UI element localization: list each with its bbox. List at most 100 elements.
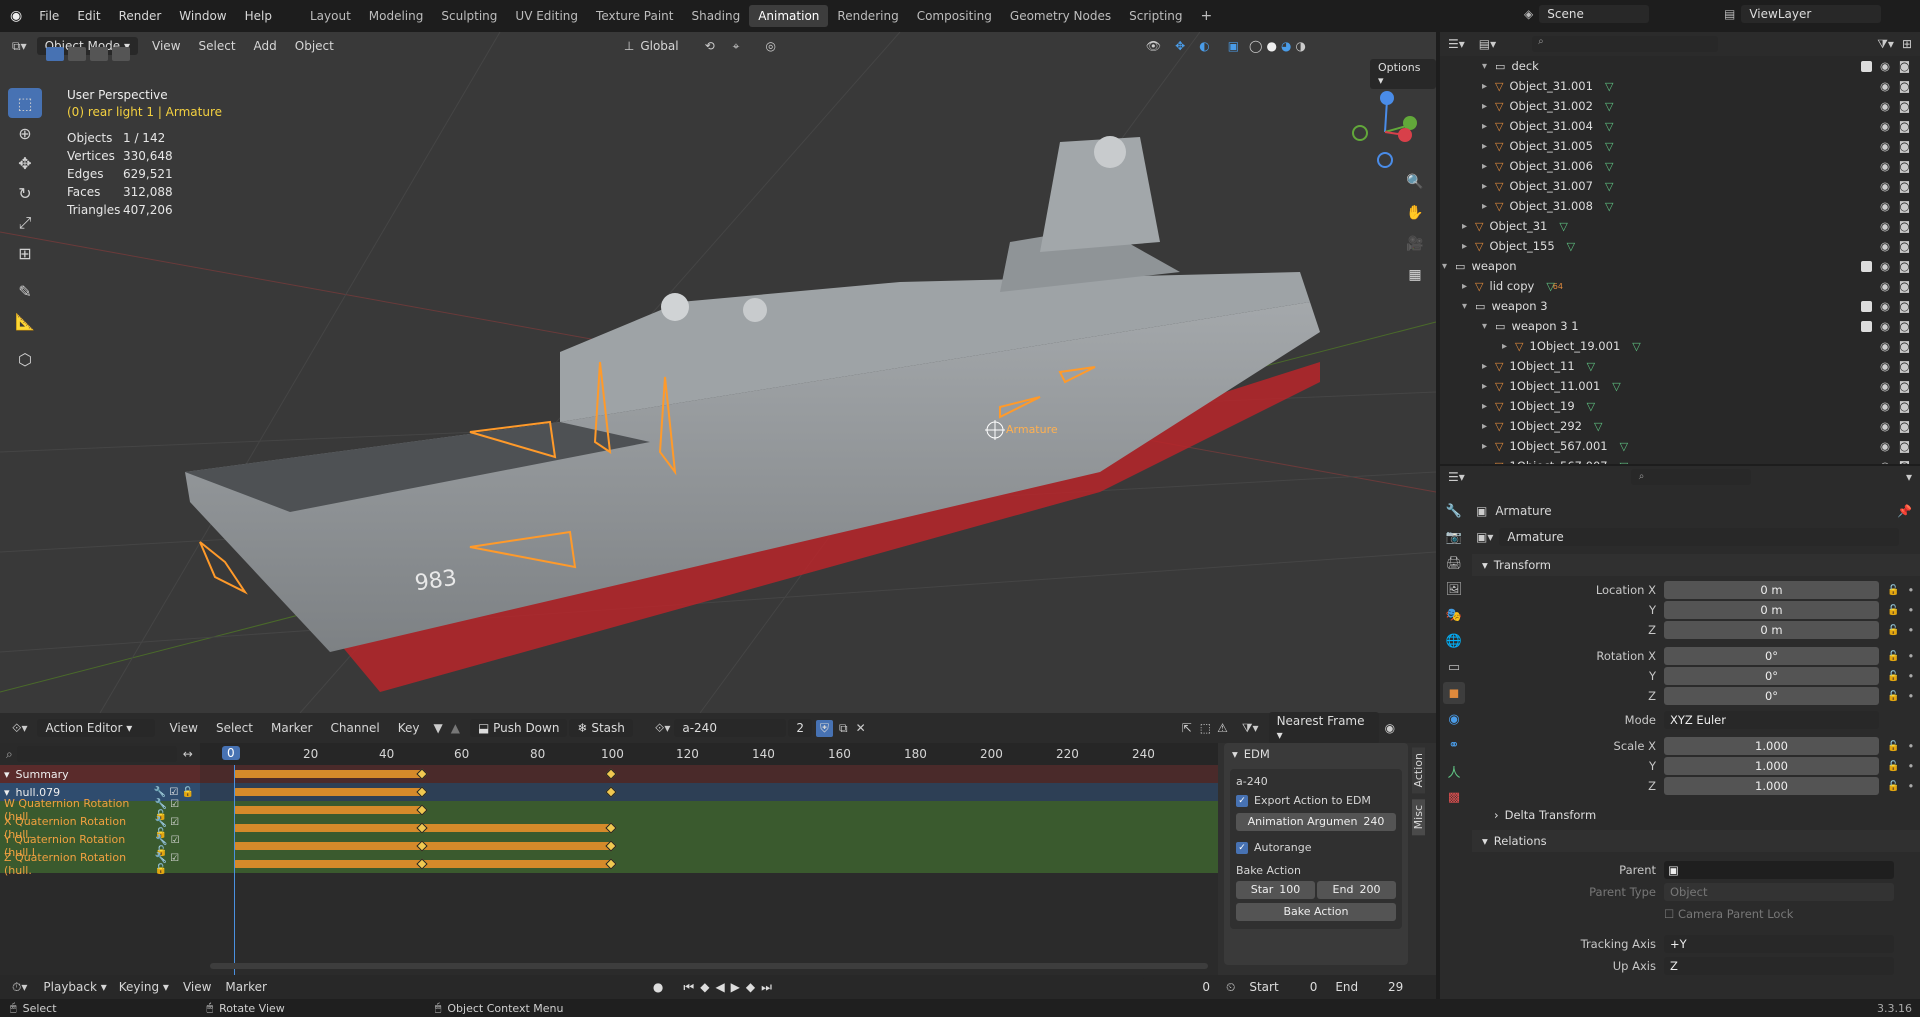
expand-arrow-icon[interactable]: ▸ [1482, 121, 1487, 132]
menu-render[interactable]: Render [110, 0, 171, 32]
render-camera-icon[interactable]: ◙ [1899, 379, 1910, 393]
current-frame-field[interactable]: 0 [1141, 978, 1218, 996]
mesh-data-icon[interactable]: ▽ [1605, 180, 1613, 193]
render-camera-icon[interactable]: ◙ [1899, 159, 1910, 173]
channel-search-input[interactable] [16, 746, 177, 762]
visibility-eye-icon[interactable]: ◉ [1880, 79, 1890, 93]
outliner-row[interactable]: ▸ ▽ lid copy ▽ 64 ◉ ◙ [1440, 276, 1920, 296]
expand-arrow-icon[interactable]: ▸ [1482, 441, 1487, 452]
lock-icon[interactable]: 🔓 [1887, 691, 1899, 702]
object-name-field[interactable]: Armature [1499, 528, 1900, 546]
render-camera-icon[interactable]: ◙ [1899, 79, 1910, 93]
parent-field[interactable]: ▣ [1664, 861, 1894, 879]
display-mode-icon[interactable]: ▤▾ [1479, 37, 1496, 51]
vp-menu-view[interactable]: View [152, 39, 180, 53]
expand-arrow-icon[interactable]: ▸ [1482, 361, 1487, 372]
expand-arrow-icon[interactable]: ▸ [1482, 101, 1487, 112]
tab-modeling[interactable]: Modeling [360, 0, 433, 32]
tab-texture-paint[interactable]: Texture Paint [587, 0, 682, 32]
snap-icon[interactable]: ⌖ [733, 39, 740, 54]
blender-logo-icon[interactable]: ◉ [10, 8, 22, 24]
measure-tool-icon[interactable]: 📐 [8, 306, 42, 336]
zoom-icon[interactable]: 🔍 [1401, 168, 1429, 196]
output-tab-icon[interactable]: 🖨 [1443, 552, 1465, 574]
pivot-icon[interactable]: ⟲ [705, 39, 715, 53]
keyframe-dot-icon[interactable]: • [1907, 603, 1914, 617]
visibility-icon[interactable]: 👁 [1146, 39, 1161, 53]
keyframe-hold-bar[interactable] [234, 788, 422, 796]
expand-arrow-icon[interactable]: ▸ [1462, 281, 1467, 292]
keyframe-dot-icon[interactable]: • [1907, 649, 1914, 663]
vp-menu-select[interactable]: Select [199, 39, 236, 53]
expand-arrow-icon[interactable]: ▸ [1482, 201, 1487, 212]
add-cube-tool-icon[interactable]: ⬡ [8, 344, 42, 374]
select-new-icon[interactable] [46, 47, 64, 61]
layer-down-icon[interactable]: ▼ [434, 721, 443, 735]
scene-selector[interactable]: ◈ Scene [1524, 5, 1650, 23]
transform-value-field[interactable]: 0 m [1664, 621, 1879, 639]
proportional-icon[interactable]: ◉ [1385, 721, 1395, 735]
mesh-data-icon[interactable]: ▽ [1605, 100, 1613, 113]
cursor-tool-icon[interactable]: ⊕ [8, 118, 42, 148]
rendered-shading-icon[interactable]: ◑ [1295, 39, 1305, 53]
visibility-eye-icon[interactable]: ◉ [1880, 359, 1890, 373]
properties-search-input[interactable]: ⌕ [1630, 469, 1751, 485]
transform-panel-header[interactable]: ▾ Transform [1472, 554, 1920, 576]
action-browse-icon[interactable]: ⟐▾ [655, 721, 670, 736]
visibility-eye-icon[interactable]: ◉ [1880, 179, 1890, 193]
relations-panel-header[interactable]: ▾ Relations [1472, 830, 1920, 852]
exclude-checkbox[interactable] [1861, 300, 1872, 312]
proportional-edit-icon[interactable]: ◎ [765, 39, 775, 53]
physics-tab-icon[interactable]: ◉ [1443, 708, 1465, 730]
expand-arrow-icon[interactable]: ▸ [1502, 341, 1507, 352]
action-users-count[interactable]: 2 [788, 719, 812, 737]
expand-arrow-icon[interactable]: ▸ [1462, 241, 1467, 252]
render-camera-icon[interactable]: ◙ [1899, 359, 1910, 373]
world-tab-icon[interactable]: 🌐 [1443, 630, 1465, 652]
outliner-row[interactable]: ▾ ▭ weapon ◉ ◙ [1440, 256, 1920, 276]
render-camera-icon[interactable]: ◙ [1899, 299, 1910, 313]
keyframe-dot-icon[interactable]: • [1907, 689, 1914, 703]
action-name-field[interactable]: a-240 [674, 719, 787, 737]
viewlayer-selector[interactable]: ▤ ViewLayer [1724, 5, 1882, 23]
tab-rendering[interactable]: Rendering [828, 0, 907, 32]
keyframe-dot-icon[interactable]: • [1907, 759, 1914, 773]
parent-type-dropdown[interactable]: Object [1664, 883, 1894, 901]
lock-icon[interactable]: 🔓 [1887, 625, 1899, 636]
expand-arrow-icon[interactable]: ▸ [1482, 181, 1487, 192]
unlink-action-icon[interactable]: ✕ [856, 721, 866, 735]
push-down-button[interactable]: ⬓ Push Down [469, 719, 568, 737]
ae-menu-view[interactable]: View [169, 721, 197, 735]
render-camera-icon[interactable]: ◙ [1899, 439, 1910, 453]
auto-key-record-icon[interactable]: ● [653, 980, 663, 994]
vp-menu-object[interactable]: Object [295, 39, 334, 53]
keyframe-dot-icon[interactable]: • [1907, 669, 1914, 683]
render-camera-icon[interactable]: ◙ [1899, 219, 1910, 233]
tab-animation[interactable]: Animation [749, 5, 829, 27]
render-camera-icon[interactable]: ◙ [1899, 239, 1910, 253]
scene-tab-icon[interactable]: 🎭 [1443, 604, 1465, 626]
outliner-search-input[interactable]: ⌕ [1532, 36, 1719, 52]
tab-uv-editing[interactable]: UV Editing [506, 0, 587, 32]
pan-hand-icon[interactable]: ✋ [1401, 199, 1429, 227]
transform-value-field[interactable]: 0° [1664, 687, 1879, 705]
annotate-tool-icon[interactable]: ✎ [8, 276, 42, 306]
tab-layout[interactable]: Layout [301, 0, 360, 32]
play-icon[interactable]: ▶ [731, 980, 740, 994]
scene-name[interactable]: Scene [1539, 5, 1650, 23]
expand-arrow-icon[interactable]: ▸ [1482, 161, 1487, 172]
current-frame-indicator[interactable]: 0 [222, 746, 240, 760]
overlay-toggle-icon[interactable]: ◐ [1199, 39, 1209, 53]
outliner-filter-icon[interactable]: ⧩▾ [1877, 37, 1894, 52]
render-camera-icon[interactable]: ◙ [1899, 139, 1910, 153]
select-extend-icon[interactable] [68, 47, 86, 61]
autorange-checkbox[interactable]: ✓ Autorange [1236, 841, 1396, 854]
new-collection-icon[interactable]: ⊞ [1902, 37, 1912, 51]
view-layer-tab-icon[interactable]: 🖼 [1443, 578, 1465, 600]
fake-user-shield-icon[interactable]: ⛨ [816, 719, 834, 737]
perspective-grid-icon[interactable]: ▦ [1401, 261, 1429, 289]
sidebar-tab-misc[interactable]: Misc [1412, 799, 1425, 836]
visibility-eye-icon[interactable]: ◉ [1880, 259, 1890, 273]
render-camera-icon[interactable]: ◙ [1899, 419, 1910, 433]
move-tool-icon[interactable]: ✥ [8, 148, 42, 178]
